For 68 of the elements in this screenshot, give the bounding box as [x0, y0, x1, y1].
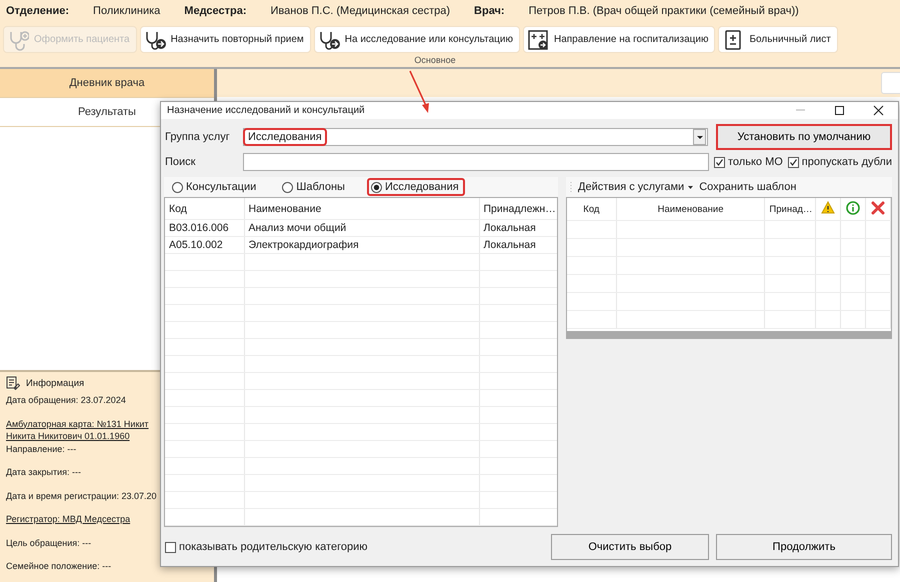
- column-header: Наименование: [616, 198, 765, 220]
- column-header: Наименование: [244, 198, 479, 220]
- info-icon: [846, 200, 860, 214]
- table-cell: Анализ мочи общий: [244, 220, 479, 236]
- radio-option[interactable]: Шаблоны: [278, 178, 351, 196]
- toolbar-button[interactable]: Назначить повторный прием: [140, 26, 311, 53]
- horizontal-scrollbar[interactable]: [566, 331, 892, 339]
- field-label: Отделение:: [6, 5, 70, 17]
- field-value: Иванов П.С. (Медицинская сестра): [270, 5, 450, 17]
- checkbox-label: пропускать дубли: [802, 156, 892, 168]
- info-link[interactable]: Регистратор: МВД Медсестра: [6, 513, 130, 526]
- toolbar-button[interactable]: Направление на госпитализацию: [522, 26, 716, 53]
- maximize-icon[interactable]: [834, 105, 845, 116]
- group-label: Основное: [414, 55, 456, 65]
- checkbox-label: показывать родительскую категорию: [179, 541, 368, 553]
- save-template-button[interactable]: Сохранить шаблон: [699, 181, 796, 193]
- notes-icon: [6, 376, 20, 390]
- checkbox[interactable]: [714, 156, 726, 168]
- info-text: Дата обращения: 23.07.2024: [6, 394, 126, 406]
- table-cell: B03.016.006: [165, 220, 244, 236]
- radio-option[interactable]: Исследования: [366, 178, 465, 196]
- column-header: Принадлежн…: [479, 198, 557, 220]
- info-link[interactable]: Никита Никитович 01.01.1960: [6, 430, 130, 442]
- info-text: Дата и время регистрации: 23.07.20: [6, 490, 157, 502]
- checkbox[interactable]: [165, 542, 176, 552]
- table-cell: Локальная: [479, 220, 557, 236]
- info-text: Дата закрытия: ---: [6, 466, 81, 478]
- table-row[interactable]: B03.016.006 Анализ мочи общий Локальная: [165, 220, 557, 236]
- sidebar-tab[interactable]: Дневник врача: [0, 69, 214, 98]
- checkbox[interactable]: [788, 156, 799, 168]
- info-link[interactable]: Амбулаторная карта: №131 Никит: [6, 418, 149, 430]
- table-cell: A05.10.002: [165, 236, 244, 254]
- column-header: Принад…: [764, 198, 816, 220]
- actions-menu[interactable]: Действия с услугами: [578, 181, 694, 193]
- close-icon[interactable]: [873, 105, 884, 116]
- table-cell: Локальная: [479, 236, 557, 254]
- dialog-button[interactable]: Продолжить: [716, 534, 892, 560]
- table-row[interactable]: A05.10.002 Электрокардиография Локальная: [165, 236, 557, 254]
- radio-icon: [370, 182, 382, 192]
- service-group-dropdown[interactable]: Исследования: [243, 128, 708, 146]
- info-text: Направление: ---: [6, 442, 76, 455]
- panel-title: Информация: [26, 378, 84, 388]
- field-value: Поликлиника: [93, 5, 160, 17]
- field-label: Группа услуг: [164, 131, 231, 143]
- radio-icon: [172, 182, 183, 192]
- field-label: Медсестра:: [184, 5, 247, 17]
- dropdown-value: Исследования: [244, 129, 326, 145]
- checkbox-label: только МО: [728, 156, 783, 168]
- field-value: Петров П.В. (Врач общей практики (семейный врач)): [528, 5, 799, 17]
- info-text: Семейное положение: ---: [6, 560, 112, 572]
- toolbar-button[interactable]: Больничный лист: [718, 26, 838, 53]
- dialog-button[interactable]: Очистить выбор: [551, 534, 709, 560]
- info-text: Цель обращения: ---: [6, 536, 92, 549]
- field-label: Поиск: [164, 156, 196, 168]
- field-label: Врач:: [474, 5, 505, 17]
- caret-icon: [688, 186, 694, 188]
- toolbar-button[interactable]: На исследование или консультацию: [314, 26, 520, 53]
- column-header: Код: [567, 198, 616, 220]
- dropdown-caret-icon: [696, 136, 702, 138]
- hospital-cross-icon: [526, 28, 549, 50]
- default-button[interactable]: Установить по умолчанию: [716, 124, 892, 150]
- warning-icon: [820, 201, 835, 214]
- search-field[interactable]: [242, 153, 710, 171]
- radio-option[interactable]: Консультации: [168, 178, 262, 196]
- column-header: Код: [165, 198, 244, 220]
- delete-icon: [870, 200, 885, 214]
- table-cell: Электрокардиография: [244, 236, 479, 254]
- radio-icon: [282, 182, 294, 192]
